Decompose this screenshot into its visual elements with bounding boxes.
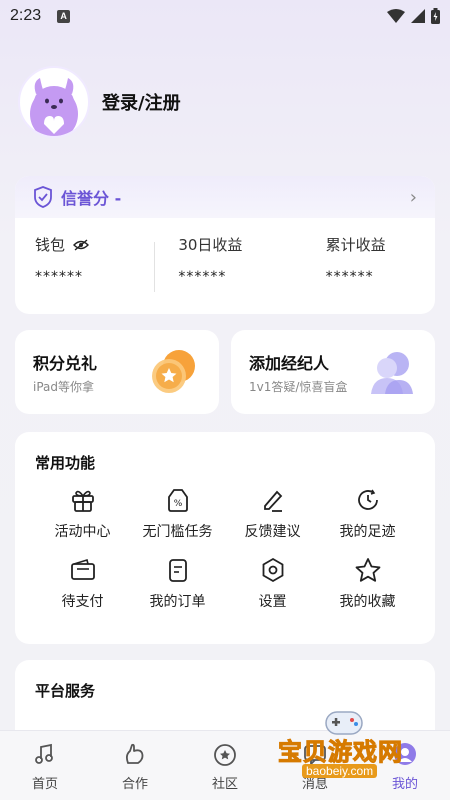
svg-text:%: % xyxy=(173,499,182,509)
common-functions-card: 常用功能 活动中心 % 无门槛任务 反馈建议 我的足迹 待支付 我的订单 设置 xyxy=(15,432,435,644)
discount-tag-icon: % xyxy=(167,489,188,512)
mascot-avatar-icon xyxy=(30,78,78,136)
add-agent-card[interactable]: 添加经纪人 1v1答疑/惊喜盲盒 xyxy=(231,330,435,414)
points-redeem-subtitle: iPad等你拿 xyxy=(33,379,95,394)
pen-icon xyxy=(263,490,282,512)
settings-button[interactable]: 设置 xyxy=(225,555,320,611)
platform-services-title: 平台服务 xyxy=(35,682,96,700)
30day-earnings-value: ****** xyxy=(178,269,227,285)
order-list-icon xyxy=(168,559,187,582)
credit-score-label: 信誉分 - xyxy=(61,189,122,208)
points-redeem-title: 积分兑礼 xyxy=(33,353,98,373)
settings-hexagon-icon xyxy=(262,557,283,583)
battery-icon xyxy=(431,8,440,24)
my-orders-button[interactable]: 我的订单 xyxy=(130,555,225,611)
feedback-label: 反馈建议 xyxy=(244,524,301,540)
shield-check-icon xyxy=(34,186,52,208)
credit-card: 信誉分 - › 钱包 ****** 30日收益 ****** 累计收益 ****… xyxy=(15,176,435,314)
signal-icon xyxy=(411,9,425,23)
tab-community[interactable]: 社区 xyxy=(180,731,270,800)
my-favorites-button[interactable]: 我的收藏 xyxy=(320,555,415,611)
wallet-column[interactable]: 钱包 ****** xyxy=(15,234,144,285)
total-earnings-column[interactable]: 累计收益 ****** xyxy=(288,234,435,285)
avatar[interactable] xyxy=(18,66,90,138)
common-functions-title: 常用功能 xyxy=(35,454,96,472)
watermark-url: baobeiy.com xyxy=(302,764,378,778)
wifi-icon xyxy=(387,9,405,23)
watermark: 宝贝游戏网 baobeiy.com xyxy=(272,706,422,778)
tab-home[interactable]: 首页 xyxy=(0,731,90,800)
credit-score-header[interactable]: 信誉分 - › xyxy=(15,176,435,218)
no-threshold-task-label: 无门槛任务 xyxy=(142,524,213,540)
my-orders-label: 我的订单 xyxy=(149,594,206,610)
total-earnings-value: ****** xyxy=(325,269,374,285)
status-bar: 2:23 A xyxy=(0,0,450,32)
gift-icon xyxy=(71,490,94,512)
profile-header[interactable]: 登录/注册 xyxy=(18,66,181,138)
watermark-text: 宝贝游戏网 xyxy=(278,738,403,767)
status-time: 2:23 xyxy=(10,7,42,24)
wallet-value: ****** xyxy=(35,269,83,285)
wallet-label: 钱包 xyxy=(35,236,66,254)
cooperation-icon xyxy=(125,743,144,764)
my-footprint-button[interactable]: 我的足迹 xyxy=(320,485,415,541)
tab-community-label: 社区 xyxy=(211,777,238,792)
30day-earnings-column[interactable]: 30日收益 ****** xyxy=(144,234,287,285)
star-icon xyxy=(355,558,380,582)
community-icon xyxy=(214,744,236,766)
wallet-icon xyxy=(70,558,95,580)
settings-label: 设置 xyxy=(258,594,287,610)
coin-star-icon xyxy=(149,346,201,398)
tab-home-label: 首页 xyxy=(31,777,58,792)
my-footprint-label: 我的足迹 xyxy=(339,524,396,540)
feedback-button[interactable]: 反馈建议 xyxy=(225,485,320,541)
eye-hidden-icon[interactable] xyxy=(73,238,90,251)
clock-icon xyxy=(357,489,378,510)
pending-payment-button[interactable]: 待支付 xyxy=(35,555,130,611)
30day-earnings-label: 30日收益 xyxy=(178,236,243,254)
status-right xyxy=(387,8,440,24)
total-earnings-label: 累计收益 xyxy=(325,236,386,254)
activity-center-label: 活动中心 xyxy=(54,524,111,540)
tab-cooperation-label: 合作 xyxy=(121,777,148,792)
app-notification-icon: A xyxy=(57,9,71,23)
login-register-link[interactable]: 登录/注册 xyxy=(102,89,181,115)
agent-avatar-icon xyxy=(365,346,417,398)
activity-center-button[interactable]: 活动中心 xyxy=(35,485,130,541)
earnings-summary: 钱包 ****** 30日收益 ****** 累计收益 ****** xyxy=(15,218,435,285)
home-music-icon xyxy=(35,743,53,764)
add-agent-subtitle: 1v1答疑/惊喜盲盒 xyxy=(249,379,348,394)
my-favorites-label: 我的收藏 xyxy=(339,594,396,610)
divider xyxy=(154,242,155,292)
function-grid: 活动中心 % 无门槛任务 反馈建议 我的足迹 待支付 我的订单 设置 我的收藏 xyxy=(35,485,415,611)
tab-cooperation[interactable]: 合作 xyxy=(90,731,180,800)
add-agent-title: 添加经纪人 xyxy=(249,353,330,373)
no-threshold-task-button[interactable]: % 无门槛任务 xyxy=(130,485,225,541)
chevron-right-icon[interactable]: › xyxy=(410,187,417,208)
points-redeem-card[interactable]: 积分兑礼 iPad等你拿 xyxy=(15,330,219,414)
pending-payment-label: 待支付 xyxy=(61,594,104,610)
